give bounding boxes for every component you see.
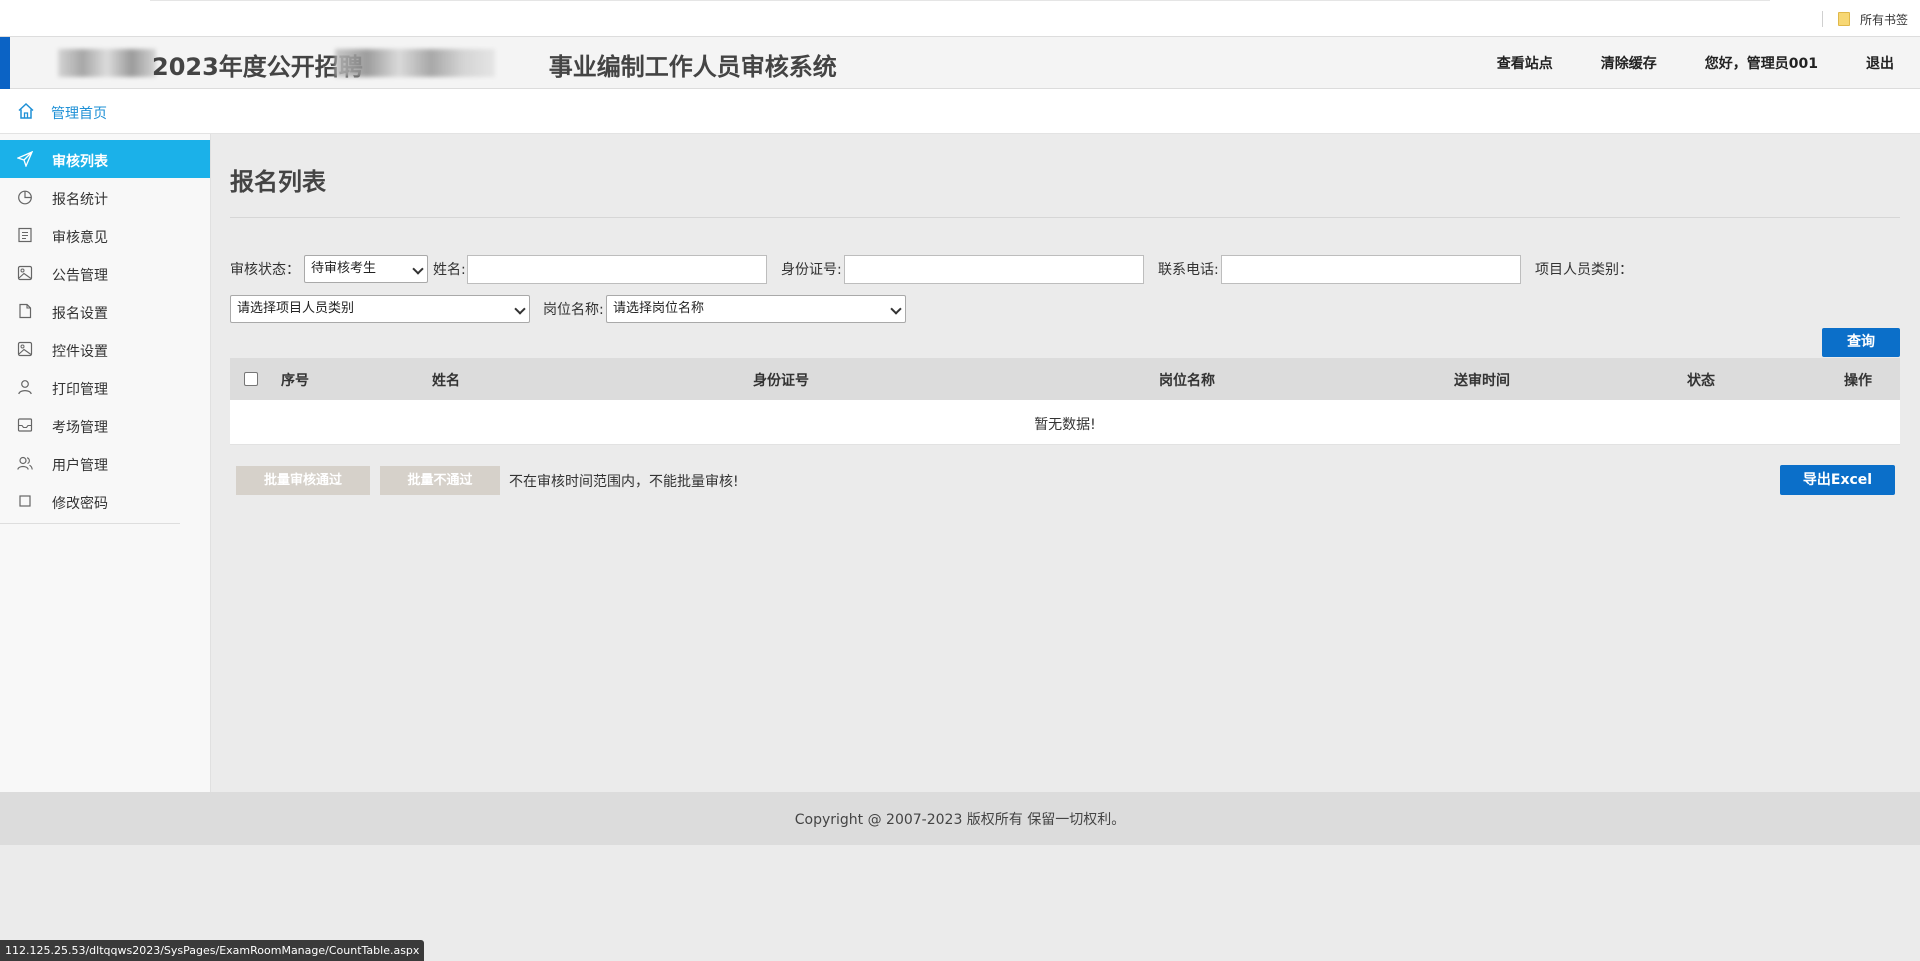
- table-body: 暂无数据!: [230, 400, 1900, 445]
- sidebar-item-label: 报名设置: [52, 306, 108, 322]
- sidebar-item-label: 控件设置: [52, 344, 108, 360]
- sidebar-item-review-list[interactable]: 审核列表: [0, 140, 210, 178]
- user-greeting[interactable]: 您好，管理员001: [1705, 53, 1818, 73]
- sidebar-item-label: 审核意见: [52, 230, 108, 246]
- inbox-icon: [17, 418, 33, 432]
- column-header-id-number: 身份证号: [753, 373, 809, 389]
- sidebar-divider: [0, 523, 180, 524]
- sidebar-item-label: 打印管理: [52, 382, 108, 398]
- header-accent-bar: [0, 37, 10, 89]
- empty-table-message: 暂无数据!: [1034, 417, 1096, 433]
- home-breadcrumb-row: 管理首页: [0, 89, 1920, 134]
- batch-reject-button[interactable]: 批量不通过: [380, 466, 500, 495]
- chevron-down-icon: [412, 263, 424, 275]
- sidebar-item-user-management[interactable]: 用户管理: [0, 444, 210, 482]
- sidebar-item-label: 审核列表: [52, 154, 108, 170]
- sidebar-item-announcements[interactable]: 公告管理: [0, 254, 210, 292]
- sidebar-item-change-password[interactable]: 修改密码: [0, 482, 210, 520]
- category-filter-label: 项目人员类别：: [1535, 262, 1633, 278]
- export-excel-button[interactable]: 导出Excel: [1780, 465, 1895, 495]
- batch-approve-button[interactable]: 批量审核通过: [236, 466, 370, 495]
- table-header: 序号 姓名 身份证号 岗位名称 送审时间 状态 操作: [230, 358, 1900, 400]
- main-content: 报名列表 审核状态： 待审核考生 姓名: 身份证号: 联系电话: 项目人员类别：…: [211, 134, 1920, 792]
- logout-link[interactable]: 退出: [1866, 53, 1894, 73]
- all-bookmarks-label: 所有书签: [1859, 12, 1908, 27]
- sidebar-item-registration-stats[interactable]: 报名统计: [0, 178, 210, 216]
- square-icon: [19, 495, 31, 507]
- sidebar-item-review-comments[interactable]: 审核意见: [0, 216, 210, 254]
- sidebar-item-label: 用户管理: [52, 458, 108, 474]
- bookmarks-separator: [1822, 11, 1823, 27]
- chevron-down-icon: [514, 303, 526, 315]
- view-site-link[interactable]: 查看站点: [1497, 53, 1553, 73]
- send-icon: [17, 151, 33, 167]
- folder-icon: [1837, 12, 1850, 26]
- document-icon: [18, 227, 32, 243]
- status-bar-url: 112.125.25.53/dltqqws2023/SysPages/ExamR…: [0, 940, 425, 961]
- select-all-checkbox[interactable]: [244, 372, 258, 386]
- sidebar-item-label: 考场管理: [52, 420, 108, 436]
- query-button[interactable]: 查询: [1822, 328, 1900, 357]
- status-select-value: 待审核考生: [311, 261, 377, 276]
- phone-filter-label: 联系电话:: [1158, 262, 1219, 278]
- sidebar-item-label: 公告管理: [52, 268, 108, 284]
- footer: Copyright @ 2007-2023 版权所有 保留一切权利。: [0, 792, 1920, 845]
- all-bookmarks-button[interactable]: 所有书签: [1837, 10, 1908, 28]
- position-select[interactable]: 请选择岗位名称: [606, 295, 906, 323]
- home-icon[interactable]: [17, 102, 35, 120]
- header-nav: 查看站点 清除缓存 您好，管理员001 退出: [1449, 37, 1894, 89]
- column-header-actions: 操作: [1844, 373, 1872, 389]
- chevron-down-icon: [890, 303, 902, 315]
- position-filter-label: 岗位名称:: [543, 302, 604, 318]
- sidebar-item-control-settings[interactable]: 控件设置: [0, 330, 210, 368]
- column-header-status: 状态: [1687, 373, 1715, 389]
- id-number-input[interactable]: [844, 255, 1144, 284]
- column-header-index: 序号: [281, 373, 309, 389]
- position-select-value: 请选择岗位名称: [613, 301, 705, 316]
- category-select-value: 请选择项目人员类别: [237, 301, 355, 316]
- redacted-region: [58, 49, 156, 77]
- system-title-part1: 2023年度公开招聘: [152, 53, 363, 81]
- users-icon: [17, 456, 33, 470]
- column-header-position: 岗位名称: [1159, 373, 1215, 389]
- home-link[interactable]: 管理首页: [51, 103, 107, 123]
- column-header-name: 姓名: [432, 373, 460, 389]
- sidebar-item-label: 报名统计: [52, 192, 108, 208]
- sidebar-item-registration-settings[interactable]: 报名设置: [0, 292, 210, 330]
- app-header: 2023年度公开招聘 事业编制工作人员审核系统 查看站点 清除缓存 您好，管理员0…: [0, 37, 1920, 89]
- image-icon: [17, 341, 33, 357]
- file-icon: [19, 303, 32, 319]
- id-number-filter-label: 身份证号:: [781, 262, 842, 278]
- page-title: 报名列表: [230, 168, 326, 196]
- title-divider: [230, 217, 1900, 218]
- redacted-region: [335, 49, 495, 77]
- name-input[interactable]: [467, 255, 767, 284]
- column-header-submit-time: 送审时间: [1454, 373, 1510, 389]
- pie-chart-icon: [18, 190, 32, 205]
- batch-review-notice: 不在审核时间范围内，不能批量审核!: [509, 474, 739, 490]
- bookmarks-bar: 所有书签: [0, 0, 1920, 37]
- sidebar-item-label: 修改密码: [52, 496, 108, 512]
- bookmarks-top-line: [150, 0, 1770, 1]
- status-select[interactable]: 待审核考生: [304, 255, 428, 283]
- copyright-text: Copyright @ 2007-2023 版权所有 保留一切权利。: [794, 812, 1126, 828]
- system-title-part2: 事业编制工作人员审核系统: [548, 53, 837, 81]
- image-icon: [17, 265, 33, 281]
- clear-cache-link[interactable]: 清除缓存: [1601, 53, 1657, 73]
- phone-input[interactable]: [1221, 255, 1521, 284]
- category-select[interactable]: 请选择项目人员类别: [230, 295, 530, 323]
- status-filter-label: 审核状态：: [230, 262, 300, 278]
- name-filter-label: 姓名:: [433, 262, 466, 278]
- sidebar-item-exam-room-management[interactable]: 考场管理: [0, 406, 210, 444]
- user-icon: [18, 380, 32, 395]
- sidebar: 审核列表 报名统计 审核意见 公告管理 报名设置 控件设置 打印管理 考场管理 …: [0, 134, 211, 792]
- sidebar-item-print-management[interactable]: 打印管理: [0, 368, 210, 406]
